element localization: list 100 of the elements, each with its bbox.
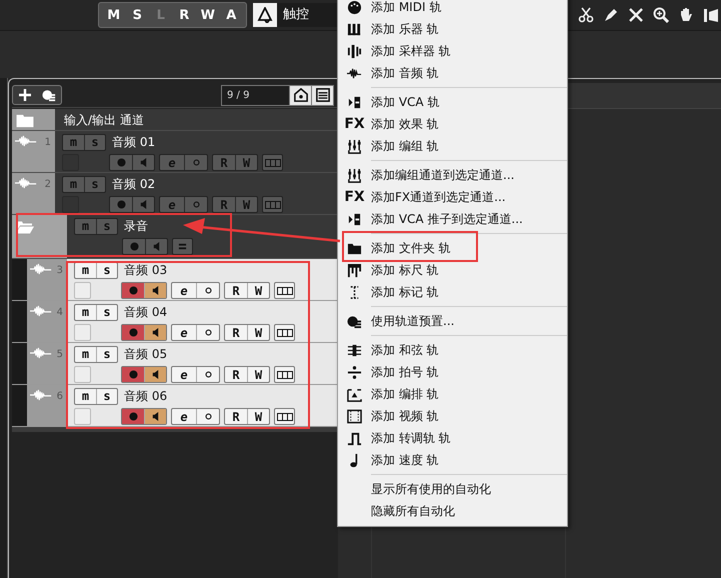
- track-row[interactable]: 6 m s 音频 06 e R W: [12, 385, 338, 427]
- lane-toggle[interactable]: [74, 324, 91, 341]
- read-button[interactable]: R: [225, 367, 247, 382]
- track-name[interactable]: 音频 03: [124, 262, 168, 278]
- record-enable-button[interactable]: [122, 325, 144, 340]
- write-button[interactable]: W: [247, 409, 269, 424]
- mute-button[interactable]: m: [75, 346, 96, 362]
- track-number: 2: [44, 178, 51, 190]
- menu-item[interactable]: 添加 标尺 轨: [338, 259, 567, 281]
- track-name[interactable]: 输入/输出 通道: [64, 112, 144, 128]
- read-button[interactable]: R: [225, 283, 247, 298]
- lanes-button[interactable]: [274, 366, 295, 383]
- mute-button[interactable]: m: [75, 262, 96, 278]
- automation-button[interactable]: W: [196, 3, 220, 27]
- list-button[interactable]: [311, 86, 333, 104]
- hand-icon[interactable]: [678, 7, 694, 23]
- track-number: 6: [56, 390, 63, 402]
- menu-item[interactable]: 添加编组通道到选定通道...: [338, 164, 567, 186]
- record-enable-button[interactable]: [122, 283, 144, 298]
- speaker-icon: [151, 412, 160, 421]
- fx-label: FX: [344, 116, 365, 132]
- record-enable-button[interactable]: [122, 409, 144, 424]
- lanes-button[interactable]: [274, 324, 295, 341]
- menu-item[interactable]: 隐藏所有自动化: [338, 500, 567, 522]
- monitor-button[interactable]: [144, 367, 166, 382]
- folder-track-row[interactable]: m s 录音: [12, 215, 338, 259]
- automation-button[interactable]: A: [220, 3, 243, 27]
- menu-item[interactable]: 添加 文件夹 轨: [338, 237, 567, 259]
- square-wave-icon: [347, 430, 362, 446]
- solo-button[interactable]: s: [96, 346, 117, 362]
- track-name[interactable]: 音频 02: [112, 176, 156, 192]
- track-name[interactable]: 录音: [124, 218, 148, 234]
- folder-settings-button[interactable]: [172, 238, 193, 255]
- automation-button[interactable]: M: [102, 3, 126, 27]
- lanes-icon: [264, 158, 280, 166]
- menu-item[interactable]: 添加 转调轨 轨: [338, 427, 567, 449]
- record-dot-icon: [128, 328, 138, 337]
- menu-item[interactable]: 使用轨道预置...: [338, 310, 567, 332]
- track-name[interactable]: 音频 04: [124, 304, 168, 320]
- menu-item[interactable]: 添加 VCA 轨: [338, 91, 567, 113]
- track-number: 5: [56, 348, 63, 360]
- circle-icon: [204, 329, 212, 336]
- write-button[interactable]: W: [247, 283, 269, 298]
- chord-icon: [347, 342, 362, 358]
- menu-item[interactable]: FX 添加 效果 轨: [338, 113, 567, 135]
- close-icon[interactable]: [628, 7, 644, 23]
- menu-item[interactable]: 添加 视频 轨: [338, 405, 567, 427]
- monitor-button[interactable]: [144, 283, 166, 298]
- waveform-icon: [15, 135, 37, 147]
- menu-item[interactable]: 添加 VCA 推子到选定通道...: [338, 208, 567, 230]
- scissors-icon[interactable]: [578, 7, 594, 23]
- track-number: 1: [44, 136, 51, 148]
- menu-item[interactable]: 添加 编排 轨: [338, 383, 567, 405]
- menu-item[interactable]: 显示所有使用的自动化: [338, 478, 567, 500]
- menu-item[interactable]: 添加 采样器 轨: [338, 40, 567, 62]
- preset-icon: [347, 314, 362, 328]
- lane-toggle[interactable]: [62, 154, 79, 171]
- solo-button[interactable]: s: [96, 262, 117, 278]
- read-button[interactable]: R: [225, 409, 247, 424]
- read-button[interactable]: R: [225, 325, 247, 340]
- menu-item[interactable]: 添加 和弦 轨: [338, 339, 567, 361]
- bars-icon[interactable]: [703, 7, 719, 23]
- lane-toggle[interactable]: [74, 408, 91, 425]
- zoom-icon[interactable]: [653, 7, 669, 23]
- menu-item[interactable]: 添加 标记 轨: [338, 281, 567, 303]
- circle-icon: [204, 413, 212, 420]
- track-name[interactable]: 音频 05: [124, 346, 168, 362]
- write-button[interactable]: W: [247, 367, 269, 382]
- circle-icon: [204, 287, 212, 294]
- mute-button[interactable]: m: [75, 388, 96, 404]
- automation-button[interactable]: R: [172, 3, 196, 27]
- track-name[interactable]: 音频 01: [112, 134, 156, 150]
- menu-item[interactable]: 添加 音频 轨: [338, 62, 567, 84]
- folder-track-row[interactable]: 输入/输出 通道: [12, 109, 338, 131]
- record-dot-icon: [128, 370, 138, 379]
- monitor-button[interactable]: [144, 409, 166, 424]
- lane-toggle[interactable]: [74, 366, 91, 383]
- menu-item[interactable]: FX 添加FX通道到选定通道...: [338, 186, 567, 208]
- lane-toggle[interactable]: [62, 196, 79, 213]
- menu-item[interactable]: 添加 速度 轨: [338, 449, 567, 471]
- lanes-icon: [276, 328, 292, 336]
- lane-toggle[interactable]: [74, 282, 91, 299]
- track-name[interactable]: 音频 06: [124, 388, 168, 404]
- solo-button[interactable]: s: [96, 388, 117, 404]
- automation-button[interactable]: S: [126, 3, 149, 27]
- record-enable-button[interactable]: [122, 367, 144, 382]
- speaker-icon: [151, 328, 160, 337]
- lanes-button[interactable]: [274, 282, 295, 299]
- menu-item[interactable]: 添加 编组 轨: [338, 135, 567, 157]
- lanes-icon: [276, 412, 292, 420]
- mute-button[interactable]: m: [75, 304, 96, 320]
- record-dot-icon: [128, 286, 138, 295]
- waveform-icon: [30, 389, 52, 401]
- track-number: 3: [56, 264, 63, 276]
- menu-item[interactable]: 添加 拍号 轨: [338, 361, 567, 383]
- lanes-button[interactable]: [274, 408, 295, 425]
- monitor-button[interactable]: [144, 325, 166, 340]
- write-button[interactable]: W: [247, 325, 269, 340]
- solo-button[interactable]: s: [96, 304, 117, 320]
- play-bar-icon: [347, 94, 362, 110]
